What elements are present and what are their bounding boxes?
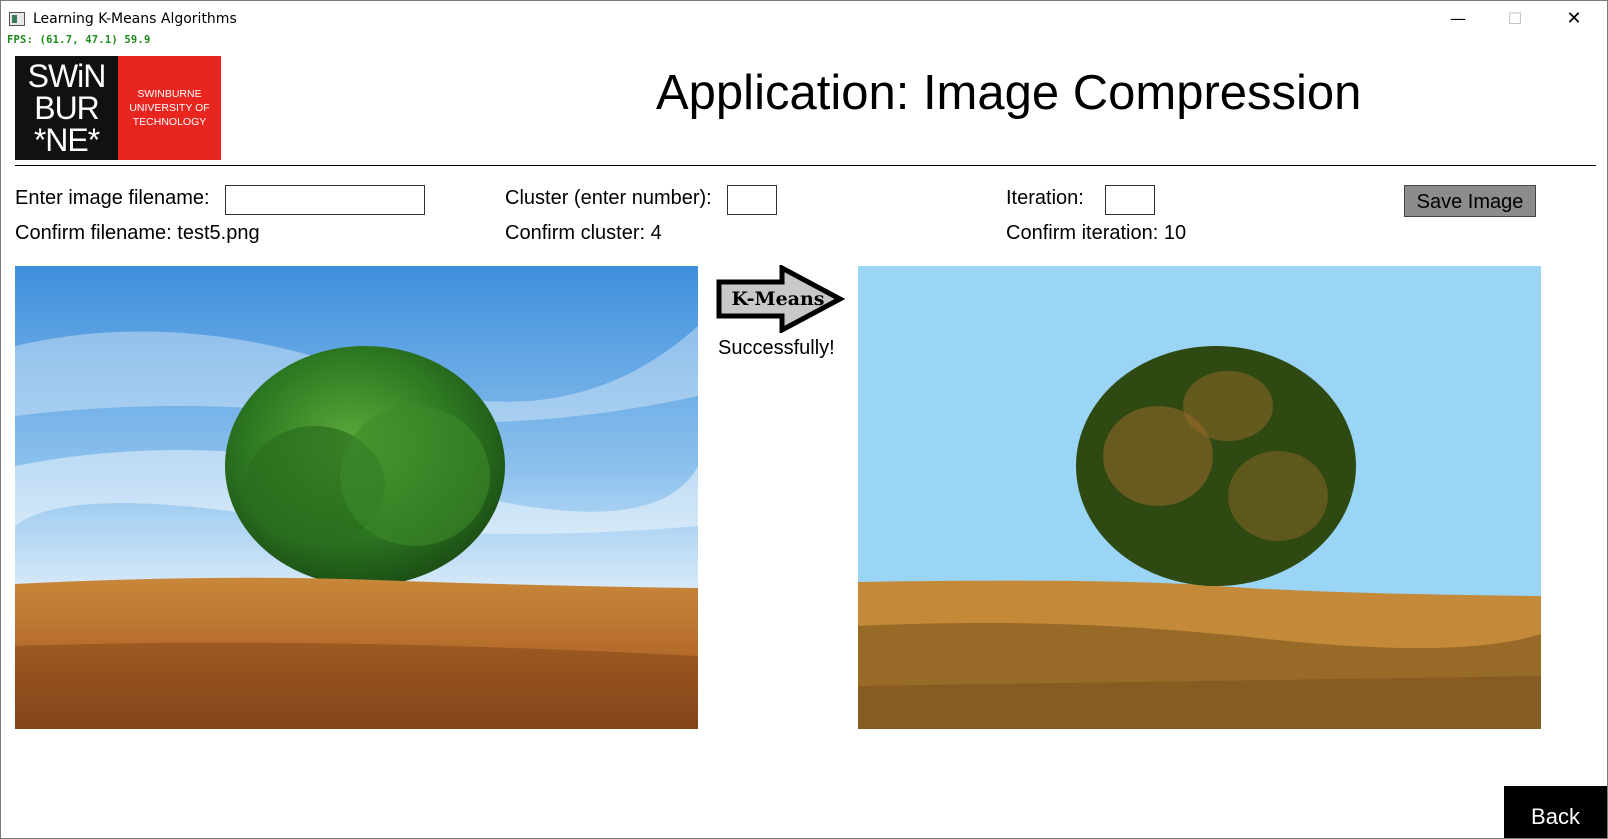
- logo-text-3: TECHNOLOGY: [132, 116, 207, 128]
- cluster-input[interactable]: [727, 185, 777, 215]
- swinburne-logo: SWiN BUR *NE* SWINBURNE UNIVERSITY OF TE…: [15, 56, 221, 160]
- confirm-cluster: Confirm cluster: 4: [505, 222, 662, 244]
- logo-line-1: SWiN: [27, 58, 107, 94]
- original-image: [15, 266, 698, 729]
- kmeans-label: K-Means: [732, 288, 825, 310]
- close-button[interactable]: ✕: [1551, 5, 1597, 33]
- logo-wordmark: SWiN BUR *NE*: [15, 56, 118, 160]
- compressed-image: [858, 266, 1541, 729]
- fps-readout: FPS: (61.7, 47.1) 59.9: [7, 34, 151, 46]
- kmeans-arrow: K-Means: [716, 263, 846, 335]
- confirm-iteration: Confirm iteration: 10: [1006, 222, 1187, 244]
- confirm-filename: Confirm filename: test5.png: [15, 222, 260, 244]
- page-title: Application: Image Compression: [656, 66, 1362, 120]
- title-bar: Learning K-Means Algorithms — ☐ ✕: [1, 1, 1607, 35]
- save-image-button[interactable]: Save Image: [1404, 185, 1536, 217]
- status-message: Successfully!: [718, 337, 835, 359]
- logo-university-name: SWINBURNE UNIVERSITY OF TECHNOLOGY: [118, 56, 221, 160]
- logo-text-1: SWINBURNE: [137, 88, 202, 100]
- logo-line-2: BUR: [34, 90, 100, 126]
- iteration-input[interactable]: [1105, 185, 1155, 215]
- maximize-button[interactable]: ☐: [1492, 5, 1538, 33]
- minimize-button[interactable]: —: [1435, 5, 1481, 33]
- app-icon: [9, 12, 25, 26]
- back-button[interactable]: Back: [1504, 786, 1607, 838]
- logo-text-2: UNIVERSITY OF: [129, 102, 210, 114]
- filename-input[interactable]: [225, 185, 425, 215]
- header-divider: [15, 165, 1596, 166]
- cluster-label: Cluster (enter number):: [505, 187, 712, 209]
- window-title: Learning K-Means Algorithms: [33, 11, 237, 27]
- filename-label: Enter image filename:: [15, 187, 210, 209]
- logo-line-3: *NE*: [33, 122, 100, 158]
- app-window: Learning K-Means Algorithms — ☐ ✕ FPS: (…: [0, 0, 1608, 839]
- iteration-label: Iteration:: [1006, 187, 1084, 209]
